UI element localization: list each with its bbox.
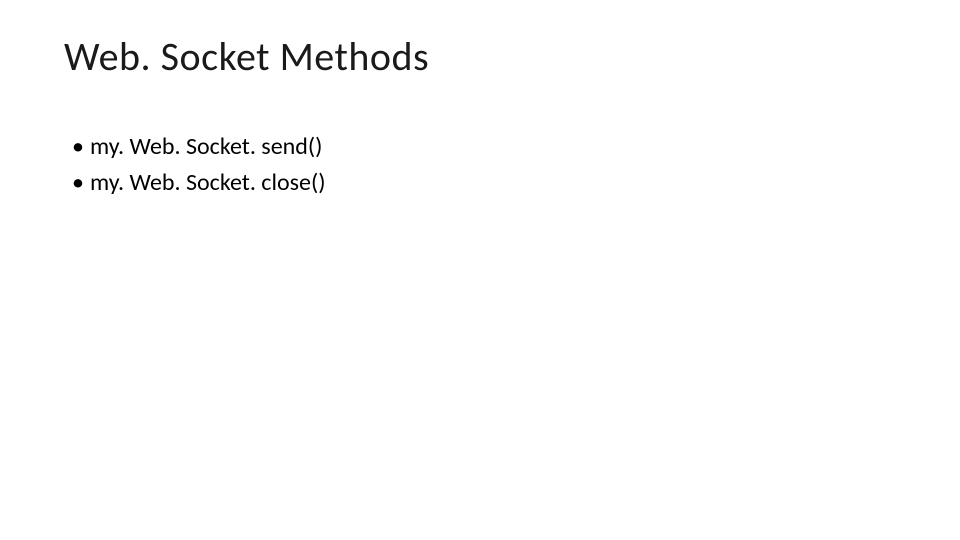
list-item: my. Web. Socket. send()	[72, 129, 896, 165]
slide-title: Web. Socket Methods	[64, 32, 896, 81]
bullet-list: my. Web. Socket. send() my. Web. Socket.…	[64, 129, 896, 201]
list-item: my. Web. Socket. close()	[72, 165, 896, 201]
